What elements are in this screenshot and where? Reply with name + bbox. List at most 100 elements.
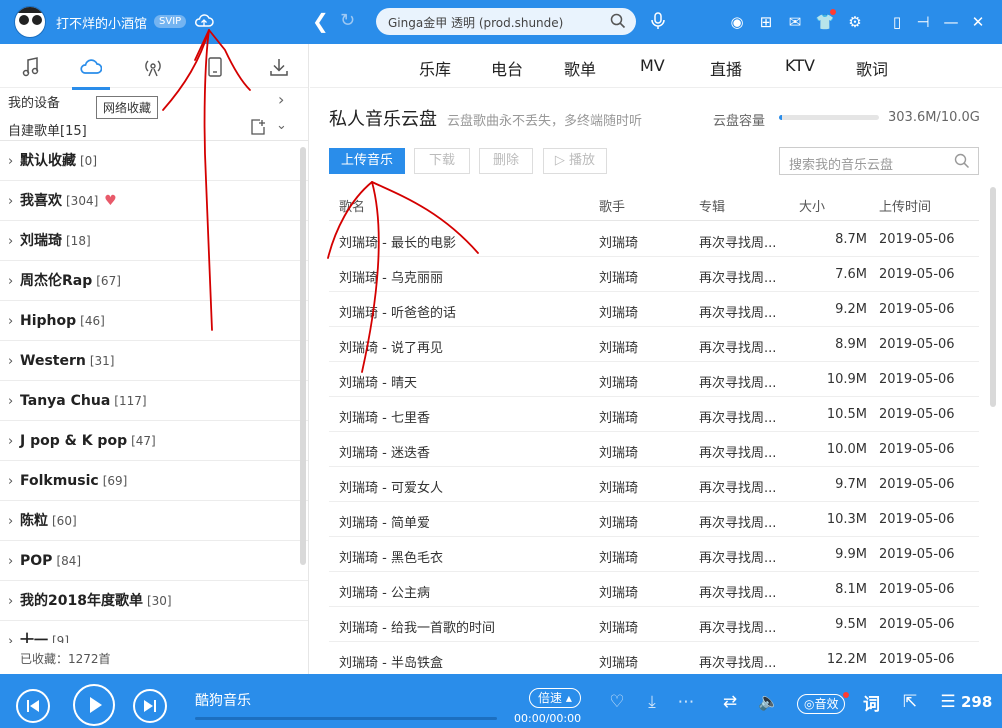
playlist-item[interactable]: › 周杰伦Rap [67] [0, 261, 308, 301]
tab-cloud[interactable] [72, 56, 110, 90]
playlist-item[interactable]: › 陈粒 [60] [0, 501, 308, 541]
playlist-item[interactable]: › Western [31] [0, 341, 308, 381]
nav-item-live[interactable]: 直播 [710, 56, 742, 80]
chevron-right-icon[interactable]: › [8, 182, 20, 222]
song-row[interactable]: 刘瑞琦 - 黑色毛衣 刘瑞琦 再次寻找周... 9.9M 2019-05-06 [329, 537, 979, 572]
song-row[interactable]: 刘瑞琦 - 听爸爸的话 刘瑞琦 再次寻找周... 9.2M 2019-05-06 [329, 292, 979, 327]
chevron-right-icon[interactable]: › [8, 382, 20, 422]
window-minimize-icon[interactable]: — [941, 12, 961, 32]
nav-item-lyrics[interactable]: 歌词 [856, 56, 888, 80]
lyrics-button[interactable]: 词 [863, 690, 880, 715]
column-size[interactable]: 大小 [799, 196, 825, 215]
share-icon[interactable]: ⇱ [900, 692, 920, 712]
download-icon[interactable]: ⤓ [642, 692, 662, 712]
playlist-item[interactable]: › 默认收藏 [0] [0, 141, 308, 181]
nav-item-radio[interactable]: 电台 [491, 56, 523, 80]
cloud-icon[interactable] [194, 11, 214, 31]
nav-item-mv[interactable]: MV [640, 56, 665, 75]
column-title[interactable]: 歌名 [339, 196, 365, 215]
song-row[interactable]: 刘瑞琦 - 简单爱 刘瑞琦 再次寻找周... 10.3M 2019-05-06 [329, 502, 979, 537]
heart-icon[interactable]: ♡ [607, 692, 627, 712]
music-note-icon[interactable] [20, 56, 42, 78]
column-upload-time[interactable]: 上传时间 [879, 196, 931, 215]
chevron-right-icon[interactable]: › [8, 222, 20, 262]
song-row[interactable]: 刘瑞琦 - 迷迭香 刘瑞琦 再次寻找周... 10.0M 2019-05-06 [329, 432, 979, 467]
nav-item-ktv[interactable]: KTV [785, 56, 815, 75]
chevron-right-icon[interactable]: › [8, 142, 20, 182]
playlist-item[interactable]: › Hiphop [46] [0, 301, 308, 341]
settings-gear-icon[interactable]: ⚙ [845, 12, 865, 32]
main-scrollbar[interactable] [990, 187, 996, 407]
self-built-playlists-header[interactable]: 自建歌单[15] [8, 120, 87, 139]
chevron-right-icon[interactable]: › [8, 622, 20, 643]
column-album[interactable]: 专辑 [699, 196, 725, 215]
song-row[interactable]: 刘瑞琦 - 乌克丽丽 刘瑞琦 再次寻找周... 7.6M 2019-05-06 [329, 257, 979, 292]
back-icon[interactable]: ❮ [312, 11, 329, 31]
next-button[interactable] [133, 689, 167, 723]
song-row[interactable]: 刘瑞琦 - 半岛铁盒 刘瑞琦 再次寻找周... 12.2M 2019-05-06 [329, 642, 979, 674]
chevron-right-icon[interactable]: › [8, 462, 20, 502]
song-row[interactable]: 刘瑞琦 - 说了再见 刘瑞琦 再次寻找周... 8.9M 2019-05-06 [329, 327, 979, 362]
chevron-right-icon[interactable]: › [8, 302, 20, 342]
playlist-item[interactable]: › Tanya Chua [117] [0, 381, 308, 421]
mini-mode-icon[interactable]: ▯ [887, 12, 907, 32]
playlist-item[interactable]: › 我的2018年度歌单 [30] [0, 581, 308, 621]
refresh-icon[interactable]: ↻ [340, 11, 355, 31]
chevron-down-icon[interactable]: ⌄ [276, 118, 287, 133]
apps-icon[interactable]: ⊞ [756, 12, 776, 32]
playlist-item[interactable]: › 刘瑞琦 [18] [0, 221, 308, 261]
download-button[interactable]: 下载 [414, 148, 470, 174]
chevron-right-icon[interactable]: › [8, 422, 20, 462]
volume-icon[interactable]: 🔈 [758, 692, 779, 712]
message-icon[interactable]: ✉ [785, 12, 805, 32]
song-row[interactable]: 刘瑞琦 - 公主病 刘瑞琦 再次寻找周... 8.1M 2019-05-06 [329, 572, 979, 607]
username[interactable]: 打不烊的小酒馆 [56, 13, 147, 32]
chevron-right-icon[interactable]: › [8, 582, 20, 622]
playlist-item[interactable]: › 我喜欢 [304] ♥ [0, 181, 308, 221]
sidebar-scrollbar[interactable] [300, 147, 306, 565]
delete-button[interactable]: 删除 [479, 148, 533, 174]
nav-item-library[interactable]: 乐库 [419, 56, 451, 80]
playlist-item[interactable]: › J pop & K pop [47] [0, 421, 308, 461]
microphone-icon[interactable] [648, 11, 668, 31]
upload-music-button[interactable]: 上传音乐 [329, 148, 405, 174]
queue-count[interactable]: 298 [961, 693, 992, 711]
song-row[interactable]: 刘瑞琦 - 给我一首歌的时间 刘瑞琦 再次寻找周... 9.5M 2019-05-06 [329, 607, 979, 642]
device-icon[interactable] [204, 56, 226, 78]
progress-bar[interactable] [195, 717, 497, 720]
song-row[interactable]: 刘瑞琦 - 晴天 刘瑞琦 再次寻找周... 10.9M 2019-05-06 [329, 362, 979, 397]
previous-button[interactable] [16, 689, 50, 723]
speed-button[interactable]: 倍速 ▴ [529, 688, 581, 708]
column-artist[interactable]: 歌手 [599, 196, 625, 215]
my-devices-label[interactable]: 我的设备 [8, 92, 60, 111]
skin-icon[interactable]: 👕 [815, 12, 835, 32]
chevron-right-icon[interactable]: › [8, 502, 20, 542]
sound-effect-button[interactable]: ◎音效 [797, 694, 846, 714]
add-playlist-icon[interactable] [250, 119, 266, 135]
listen-identify-icon[interactable]: ◉ [727, 12, 747, 32]
chevron-right-icon[interactable]: › [8, 342, 20, 382]
chevron-right-icon[interactable]: › [8, 262, 20, 302]
download-icon[interactable] [268, 56, 290, 78]
minimize-icon[interactable]: ⊣ [913, 12, 933, 32]
chevron-right-icon[interactable]: › [8, 542, 20, 582]
playlist-item[interactable]: › Folkmusic [69] [0, 461, 308, 501]
playlist-item[interactable]: › POP [84] [0, 541, 308, 581]
search-icon[interactable] [610, 13, 626, 29]
more-icon[interactable]: ⋯ [676, 692, 696, 712]
song-row[interactable]: 刘瑞琦 - 可爱女人 刘瑞琦 再次寻找周... 9.7M 2019-05-06 [329, 467, 979, 502]
shuffle-icon[interactable]: ⇄ [720, 692, 740, 712]
chevron-right-icon[interactable]: › [278, 90, 284, 109]
global-search-input[interactable]: Ginga金甲 透明 (prod.shunde) [376, 8, 636, 35]
close-icon[interactable]: ✕ [968, 12, 988, 32]
search-icon[interactable] [954, 153, 970, 169]
song-row[interactable]: 刘瑞琦 - 七里香 刘瑞琦 再次寻找周... 10.5M 2019-05-06 [329, 397, 979, 432]
user-avatar[interactable] [14, 6, 46, 38]
nav-item-playlists[interactable]: 歌单 [564, 56, 596, 80]
svip-badge[interactable]: SVIP [154, 15, 187, 28]
song-row[interactable]: 刘瑞琦 - 最长的电影 刘瑞琦 再次寻找周... 8.7M 2019-05-06 [329, 222, 979, 257]
play-pause-button[interactable] [73, 684, 115, 726]
play-button[interactable]: ▷ 播放 [543, 148, 607, 174]
radio-icon[interactable] [142, 56, 164, 78]
playlist-item[interactable]: › 十一 [9] [0, 621, 308, 643]
